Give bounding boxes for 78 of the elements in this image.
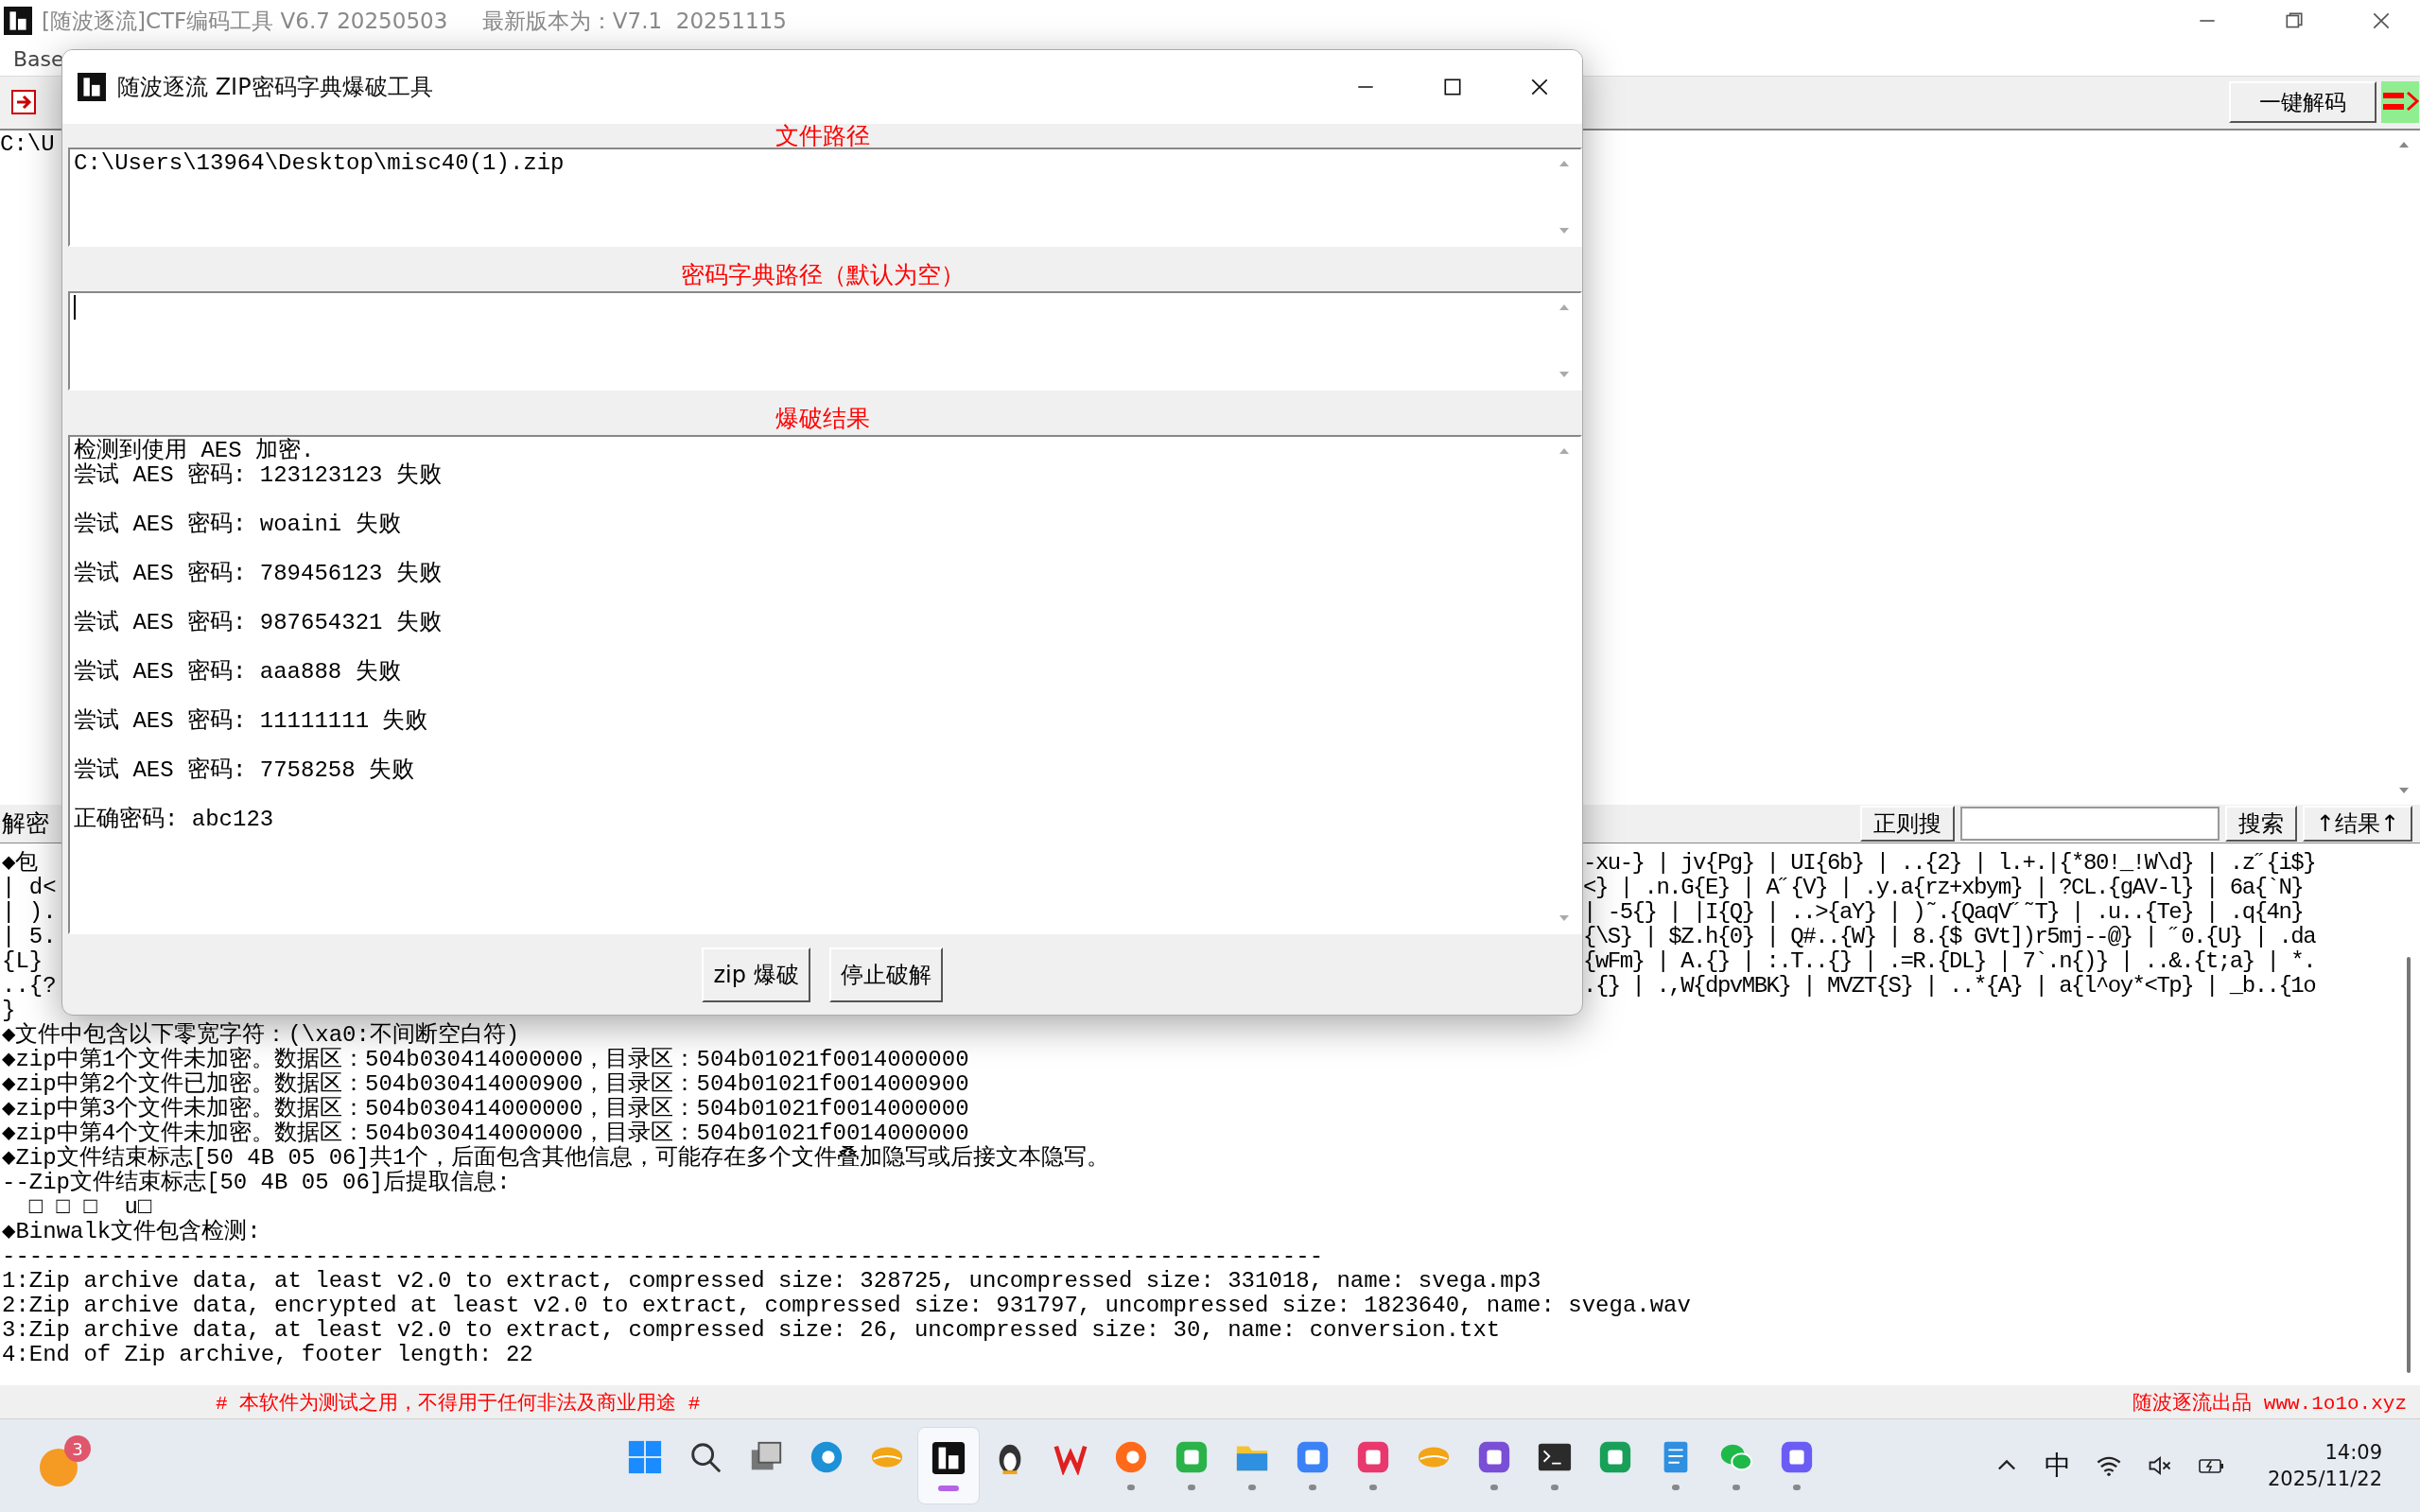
window-title: [随波逐流]CTF编码工具 V6.7 20250503 最新版本为：V7.1 20251115	[42, 7, 787, 35]
notification-badge: 3	[64, 1435, 91, 1462]
result-line: 尝试 AES 密码: 11111111 失败	[74, 708, 428, 734]
close-icon[interactable]	[1529, 77, 1550, 97]
output-line: 3:Zip archive data, at least v2.0 to extract, compressed size: 26, uncompressed size: 30, name: conversion.txt	[2, 1316, 1501, 1343]
input-method-indicator[interactable]: 中	[2044, 1448, 2071, 1484]
maximize-icon[interactable]	[1442, 77, 1463, 97]
result-line: 尝试 AES 密码: woaini 失败	[74, 512, 401, 537]
app-icon[interactable]	[1355, 1439, 1391, 1475]
field-value: C:\Users\13964\Desktop\misc40(1).zip	[74, 150, 565, 176]
output-line: ◆zip中第1个文件未加密。数据区：504b030414000000，目录区：504b01021f0014000000	[2, 1046, 969, 1072]
dialog-title: 随波逐流 ZIP密码字典爆破工具	[117, 73, 433, 102]
scrollbar-thumb[interactable]	[2407, 956, 2411, 1373]
output-line: -------------------------------------------------------------------------------------------------	[2, 1243, 1324, 1269]
disclaimer-text: # 本软件为测试之用，不得用于任何非法及商业用途 #	[216, 1391, 701, 1416]
active-app-highlight[interactable]	[917, 1427, 980, 1504]
search-field[interactable]	[1959, 806, 2220, 841]
output-line: 4:End of Zip archive, footer length: 22	[2, 1341, 533, 1367]
output-line: ◆zip中第3个文件未加密。数据区：504b030414000000，目录区：504b01021f0014000000	[2, 1095, 969, 1121]
action-button[interactable]: zip 爆破	[702, 947, 810, 1002]
browser-icon[interactable]	[809, 1439, 844, 1475]
regex-search-button[interactable]: 正则搜	[1859, 805, 1955, 842]
field-label: 密码字典路径（默认为空）	[680, 260, 965, 290]
output-line: ◆zip中第4个文件未加密。数据区：504b030414000000，目录区：504b01021f0014000000	[2, 1120, 969, 1146]
credit-text: 随波逐流出品 www.1o1o.xyz	[2133, 1391, 2407, 1416]
results-button[interactable]: ↑结果↑	[2302, 805, 2412, 842]
output-line: 1:Zip archive data, at least v2.0 to extract, compressed size: 328725, uncompressed size: 331018, name: svega.mp3	[2, 1267, 1541, 1294]
output-line: .{} | .,W{dpvMBK} | MVZT{S} | ..*{A} | a{l^oy*<Tp} | _b..{1o	[1582, 973, 2317, 999]
output-line: {\S} | $Z.h{0} | Q#..{W} | 8.{$ GVt])r5mj--@} | ˝0.{U} | .da	[1582, 924, 2317, 949]
path-text: C:\U	[0, 130, 55, 157]
field-label: 爆破结果	[775, 404, 870, 434]
result-line: 尝试 AES 密码: 7758258 失败	[74, 757, 415, 783]
output-fragment: ◆包	[1, 850, 39, 876]
output-line: {wFm} | A.{} | :.T..{} | .=R.{DL} | 7`.n{)} | ..&.{t;a} | *.	[1582, 948, 2317, 974]
menu-item[interactable]: Base	[0, 46, 64, 71]
decode-button[interactable]: 一键解码	[2229, 81, 2376, 124]
output-fragment: {L}	[1, 948, 44, 974]
output-line: 2:Zip archive data, encrypted at least v2.0 to extract, compressed size: 931797, uncompressed size: 1823640, name: svega.wav	[2, 1292, 1691, 1318]
output-line: ◆Binwalk文件包含检测:	[2, 1218, 261, 1244]
output-line: ◆文件中包含以下零宽字符：(\xa0:不间断空白符)	[2, 1021, 520, 1048]
app-icon[interactable]	[1779, 1439, 1815, 1475]
result-line: 尝试 AES 密码: 123123123 失败	[74, 462, 442, 488]
output-line: ◆Zip文件结束标志[50 4B 05 06]共1个，后面包含其他信息，可能存在多个文件叠加隐写或后接文本隐写。	[2, 1144, 1110, 1171]
clock-time[interactable]: 14:09	[2324, 1441, 2382, 1464]
app-logo-icon[interactable]	[931, 1440, 966, 1476]
results-area[interactable]: 检测到使用 AES 加密. 尝试 AES 密码: 123123123 失败 尝试 AES 密码: woaini 失败 尝试 AES 密码: 789456123 失败 尝试 AES 密码: 987654321 失败 尝试 AES 密码: aaa888 失败 尝试 AES 密码: 11111111 失败 尝试 AES 密码: 7758258 失败 正确密码: abc123	[68, 435, 1582, 934]
result-line: 检测到使用 AES 加密.	[74, 438, 315, 463]
result-line: 尝试 AES 密码: 789456123 失败	[74, 561, 442, 586]
output-fragment: ..{?	[1, 973, 57, 999]
output-line: ◆zip中第2个文件已加密。数据区：504b030414000900，目录区：504b01021f0014000900	[2, 1070, 969, 1097]
result-line: 尝试 AES 密码: aaa888 失败	[74, 659, 401, 685]
checklist-icon[interactable]	[1476, 1439, 1512, 1475]
action-button[interactable]: 停止破解	[828, 947, 943, 1002]
path-field[interactable]: C:\Users\13964\Desktop\misc40(1).zip	[68, 148, 1582, 247]
output-line: <} | .n.G{E} | A˝{V} | .y.a{rz+xbym} | ?CL.{gAV-l} | 6a{`N}	[1582, 875, 2305, 900]
output-line: | -5{} | |I{Q} | ..>{aY} | )˜.{QaqV˝˜T} | .u..{Te} | .q{4n}	[1582, 899, 2305, 925]
app-icon[interactable]	[1295, 1439, 1331, 1475]
windows-logo-icon[interactable]	[627, 1439, 663, 1475]
results-label: 解密	[1, 808, 49, 840]
output-fragment: | 5.	[1, 924, 57, 949]
path-field[interactable]	[68, 291, 1582, 391]
output-fragment: | d<	[1, 875, 57, 900]
app-logo-icon	[78, 73, 106, 101]
app-icon[interactable]	[1174, 1439, 1210, 1475]
field-label: 文件路径	[775, 124, 870, 148]
output-line: --Zip文件结束标志[50 4B 05 06]后提取信息:	[2, 1169, 511, 1195]
fox-icon[interactable]	[1113, 1439, 1149, 1475]
result-line: 正确密码: abc123	[74, 807, 274, 832]
result-line: 尝试 AES 密码: 987654321 失败	[74, 610, 442, 635]
output-line: -xu-} | jv{Pg} | UI{6b} | ..{2} | l.+.|{*80!_!W\d} | .z˝{i$}	[1582, 850, 2317, 876]
exit-icon[interactable]	[11, 90, 36, 115]
output-fragment: | ).	[1, 899, 57, 925]
search-button[interactable]: 搜索	[2224, 805, 2297, 842]
app-icon[interactable]	[1597, 1439, 1633, 1475]
app-logo-icon	[4, 7, 32, 36]
output-line: }	[2, 997, 16, 1023]
output-line: □ □ □ u□	[27, 1193, 152, 1220]
clock-date[interactable]: 2025/11/22	[2267, 1468, 2382, 1490]
